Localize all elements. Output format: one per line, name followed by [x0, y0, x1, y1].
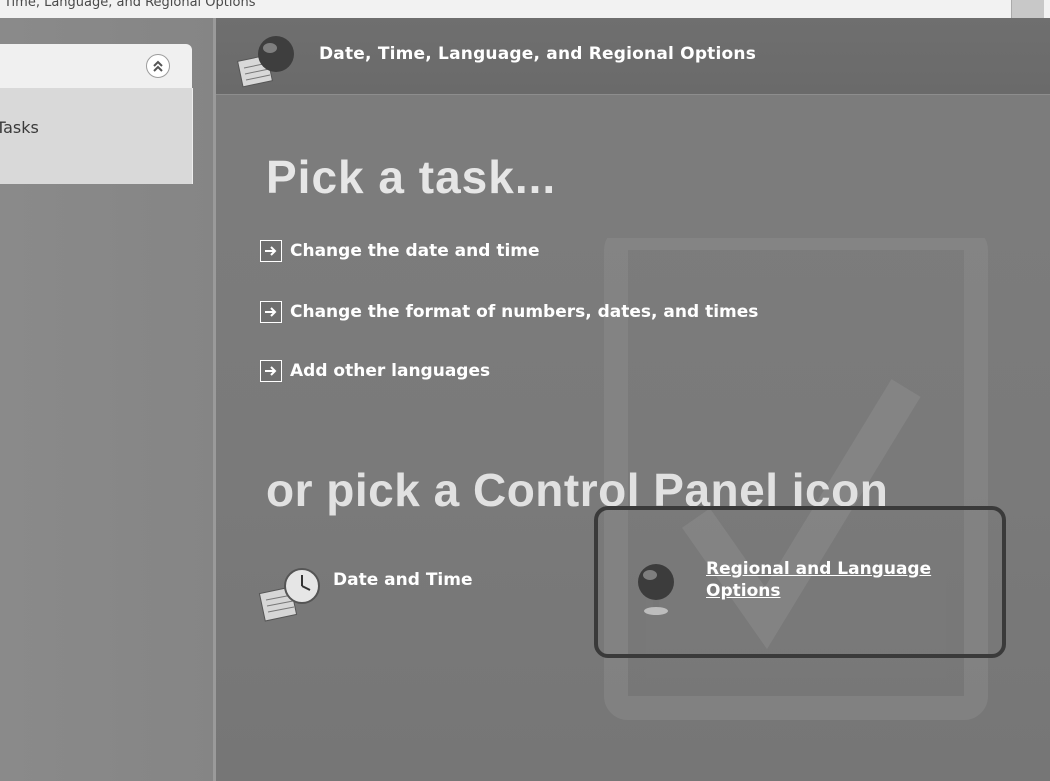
task-label: Add other languages: [290, 361, 491, 381]
globe-icon[interactable]: [634, 558, 678, 618]
task-pane-item[interactable]: Tasks: [0, 118, 39, 137]
main-content: Date, Time, Language, and Regional Optio…: [216, 18, 1050, 781]
date-and-time-link[interactable]: Date and Time: [333, 570, 473, 590]
globe-calendar-icon: [237, 36, 294, 88]
task-change-date-time[interactable]: Change the date and time: [260, 240, 540, 262]
calendar-clock-icon[interactable]: [258, 566, 324, 626]
arrow-right-icon: [260, 301, 282, 323]
left-task-pane: Tasks: [0, 18, 216, 781]
task-add-languages[interactable]: Add other languages: [260, 360, 490, 382]
arrow-right-icon: [260, 360, 282, 382]
category-banner: Date, Time, Language, and Regional Optio…: [216, 18, 1050, 95]
window-title-bar: Time, Language, and Regional Options: [0, 0, 1050, 18]
collapse-chevron-icon[interactable]: [146, 54, 170, 78]
task-pane-body: Tasks: [0, 88, 193, 184]
regional-language-options-link[interactable]: Regional and Language Options: [706, 558, 1006, 602]
window-title: Time, Language, and Regional Options: [4, 0, 256, 10]
task-pane-header: [0, 44, 192, 88]
arrow-right-icon: [260, 240, 282, 262]
window-control-button[interactable]: [1011, 0, 1044, 18]
task-label: Change the format of numbers, dates, and…: [290, 302, 759, 322]
task-change-format[interactable]: Change the format of numbers, dates, and…: [260, 301, 758, 323]
pick-task-heading: Pick a task...: [266, 151, 557, 203]
task-label: Change the date and time: [290, 241, 540, 261]
banner-title: Date, Time, Language, and Regional Optio…: [319, 44, 757, 64]
